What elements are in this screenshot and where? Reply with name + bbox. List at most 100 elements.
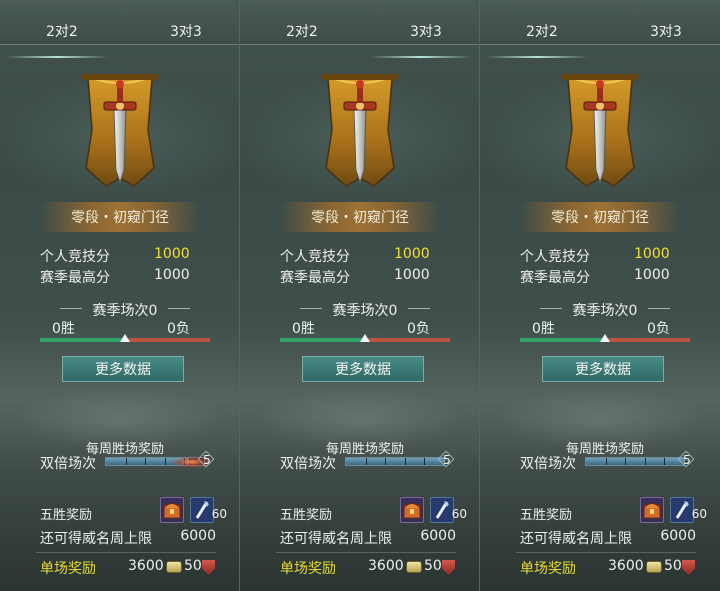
rank-sword-banner-icon bbox=[322, 74, 398, 187]
five-win-reward-label: 五胜奖励 bbox=[520, 508, 573, 523]
double-matches-progress-bar bbox=[585, 457, 685, 466]
more-data-button[interactable]: 更多数据 bbox=[542, 356, 664, 382]
progress-segment-divider bbox=[365, 458, 367, 465]
weekly-cap-value: 6000 bbox=[180, 528, 216, 544]
scroll-icon[interactable]: 60 bbox=[190, 497, 227, 523]
scroll-icon-graphic bbox=[675, 501, 689, 519]
scroll-icon[interactable]: 60 bbox=[430, 497, 467, 523]
personal-score-label: 个人竞技分 bbox=[40, 249, 110, 265]
losses-count: 0负 bbox=[647, 321, 670, 337]
season-matches-text: 赛季场次0 bbox=[92, 303, 158, 319]
chest-icon-graphic bbox=[163, 503, 181, 519]
double-matches-max: 5 bbox=[678, 451, 696, 469]
ratio-marker-icon bbox=[120, 334, 130, 342]
tab-3v3[interactable]: 3对3 bbox=[370, 21, 472, 58]
chest-icon[interactable]: 5 bbox=[400, 497, 439, 523]
progress-segment-divider bbox=[644, 458, 646, 465]
losses-count: 0负 bbox=[407, 321, 430, 337]
personal-score-value: 1000 bbox=[154, 246, 190, 262]
wins-count: 0胜 bbox=[532, 321, 555, 337]
tab-2v2[interactable]: 2对2 bbox=[286, 21, 318, 41]
more-data-button[interactable]: 更多数据 bbox=[302, 356, 424, 382]
scroll-count: 60 bbox=[691, 507, 707, 521]
double-matches-label: 双倍场次 bbox=[280, 456, 336, 472]
arena-panels: 2对2 3对3 零段・初窥门径 个人竞技分 1000 赛季最高分 1000 赛季… bbox=[0, 0, 720, 591]
ornament-left bbox=[60, 308, 82, 309]
divider bbox=[276, 552, 456, 553]
season-matches-heading: 赛季场次0 bbox=[520, 300, 690, 320]
mode-tabbar: 2对2 3对3 bbox=[480, 0, 720, 58]
gold-ingot-icon bbox=[646, 561, 662, 573]
rank-sword-banner-icon bbox=[562, 74, 638, 187]
divider bbox=[36, 552, 216, 553]
rank-title: 零段・初窥门径 bbox=[280, 202, 440, 232]
tab-2v2[interactable]: 2对2 bbox=[486, 21, 588, 58]
season-high-value: 1000 bbox=[394, 267, 430, 283]
wins-count: 0胜 bbox=[292, 321, 315, 337]
single-reward-label: 单场奖励 bbox=[280, 561, 336, 577]
scroll-icon-graphic bbox=[435, 501, 449, 519]
personal-score-value: 1000 bbox=[634, 246, 670, 262]
gold-ingot-icon bbox=[166, 561, 182, 573]
divider bbox=[516, 552, 696, 553]
weekly-cap-label: 还可得威名周上限 bbox=[280, 531, 392, 547]
scroll-icon[interactable]: 60 bbox=[670, 497, 707, 523]
double-matches-max-value: 5 bbox=[683, 453, 691, 467]
rank-sword-banner-icon bbox=[82, 74, 158, 187]
ornament-left bbox=[540, 308, 562, 309]
chest-icon[interactable]: 5 bbox=[160, 497, 199, 523]
progress-segment-divider bbox=[125, 458, 127, 465]
progress-segment-divider bbox=[625, 458, 627, 465]
tab-3v3[interactable]: 3对3 bbox=[650, 21, 682, 41]
single-reward-label: 单场奖励 bbox=[40, 561, 96, 577]
season-high-label: 赛季最高分 bbox=[520, 270, 590, 286]
gold-amount: 3600 bbox=[368, 558, 404, 574]
gold-amount: 3600 bbox=[608, 558, 644, 574]
tab-2v2[interactable]: 2对2 bbox=[6, 21, 108, 58]
season-high-value: 1000 bbox=[634, 267, 670, 283]
progress-segment-divider bbox=[664, 458, 666, 465]
personal-score-label: 个人竞技分 bbox=[520, 249, 590, 265]
scroll-count: 60 bbox=[451, 507, 467, 521]
season-matches-heading: 赛季场次0 bbox=[280, 300, 450, 320]
honor-amount: 50 bbox=[664, 558, 682, 574]
personal-score-label: 个人竞技分 bbox=[280, 249, 350, 265]
honor-amount: 50 bbox=[424, 558, 442, 574]
arena-panel: 2对2 3对3 零段・初窥门径 个人竞技分 1000 赛季最高分 1000 赛季… bbox=[480, 0, 720, 591]
chest-icon-graphic bbox=[643, 503, 661, 519]
mode-tabbar: 2对2 3对3 bbox=[240, 0, 479, 58]
double-matches-progress-bar bbox=[345, 457, 445, 466]
season-matches-text: 赛季场次0 bbox=[332, 303, 398, 319]
weekly-cap-label: 还可得威名周上限 bbox=[40, 531, 152, 547]
ornament-right bbox=[408, 308, 430, 309]
double-matches-max: 5 bbox=[198, 451, 216, 469]
season-high-value: 1000 bbox=[154, 267, 190, 283]
wins-count: 0胜 bbox=[52, 321, 75, 337]
tab-3v3[interactable]: 3对3 bbox=[170, 21, 202, 41]
rank-title: 零段・初窥门径 bbox=[520, 202, 680, 232]
scroll-count: 60 bbox=[211, 507, 227, 521]
double-matches-max-value: 5 bbox=[443, 453, 451, 467]
ornament-left bbox=[300, 308, 322, 309]
ratio-marker-icon bbox=[360, 334, 370, 342]
double-progress-fill bbox=[586, 458, 684, 465]
gold-ingot-icon bbox=[406, 561, 422, 573]
double-matches-label: 双倍场次 bbox=[40, 456, 96, 472]
win-loss-ratio-bar bbox=[280, 334, 450, 342]
progress-segment-divider bbox=[424, 458, 426, 465]
weekly-cap-value: 6000 bbox=[420, 528, 456, 544]
double-progress-fill bbox=[346, 458, 444, 465]
double-matches-progress-bar bbox=[105, 455, 210, 469]
progress-segment-divider bbox=[404, 458, 406, 465]
honor-shield-icon bbox=[442, 560, 455, 575]
weekly-cap-label: 还可得威名周上限 bbox=[520, 531, 632, 547]
chest-icon[interactable]: 5 bbox=[640, 497, 679, 523]
season-high-label: 赛季最高分 bbox=[40, 270, 110, 286]
progress-segment-divider bbox=[605, 458, 607, 465]
arena-panel: 2对2 3对3 零段・初窥门径 个人竞技分 1000 赛季最高分 1000 赛季… bbox=[0, 0, 240, 591]
single-reward-label: 单场奖励 bbox=[520, 561, 576, 577]
more-data-button[interactable]: 更多数据 bbox=[62, 356, 184, 382]
progress-segment-divider bbox=[145, 458, 147, 465]
ornament-right bbox=[168, 308, 190, 309]
weekly-cap-value: 6000 bbox=[660, 528, 696, 544]
